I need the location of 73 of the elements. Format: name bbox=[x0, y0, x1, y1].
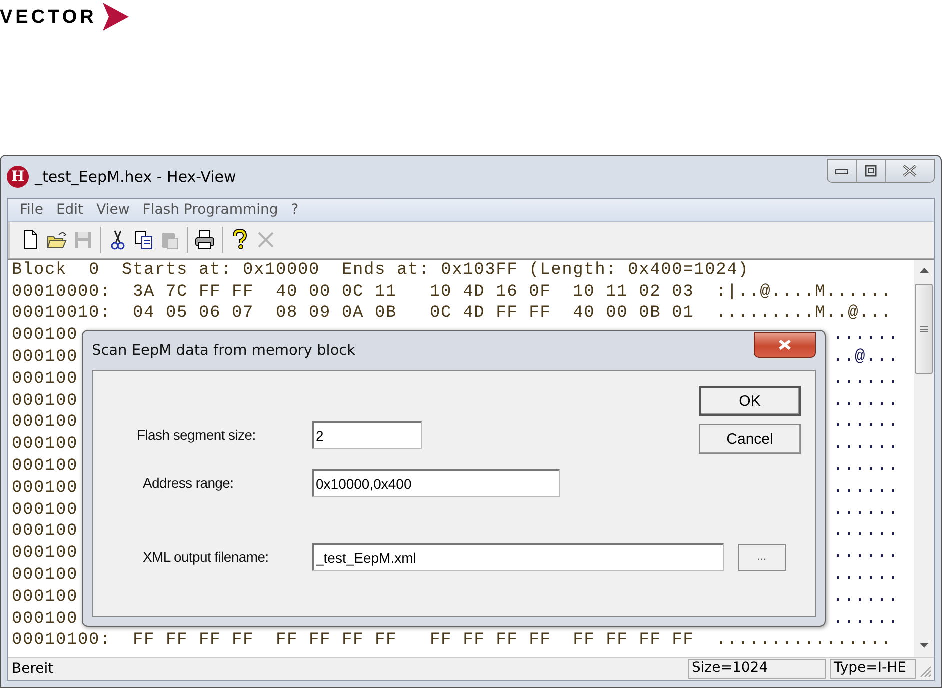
hex-address: 000100 bbox=[12, 370, 78, 390]
close-icon bbox=[902, 164, 918, 178]
ascii-text: ...... bbox=[833, 588, 900, 608]
hex-address: 000100 bbox=[12, 457, 78, 478]
menu-item[interactable]: ? bbox=[285, 202, 305, 218]
ascii-text: ...... bbox=[833, 500, 900, 521]
chevron-logo-icon bbox=[102, 3, 129, 31]
ascii-text: ..@... bbox=[833, 348, 900, 368]
ascii-text: ...... bbox=[833, 457, 900, 478]
hex-address: 000100 bbox=[12, 566, 78, 586]
close-icon bbox=[777, 338, 793, 350]
ascii-text: ...... bbox=[833, 610, 900, 630]
minimize-button[interactable] bbox=[828, 160, 857, 182]
menu-item[interactable]: Flash Programming bbox=[136, 202, 284, 218]
dialog-title: Scan EepM data from memory block bbox=[92, 342, 357, 358]
field-label: Address range: bbox=[142, 475, 235, 491]
maximize-icon bbox=[865, 165, 877, 177]
ascii-text: ...... bbox=[833, 522, 900, 542]
ascii-text: ...... bbox=[833, 392, 900, 412]
ascii-text: ................ bbox=[716, 631, 892, 652]
close-button[interactable] bbox=[886, 160, 934, 182]
hex-address: 000100 bbox=[12, 478, 78, 499]
hex-address: 000100 bbox=[12, 348, 78, 368]
field-label: Flash segment size: bbox=[137, 427, 257, 443]
menu-item[interactable]: File bbox=[14, 202, 50, 218]
ascii-text: ...... bbox=[833, 566, 900, 586]
hex-bytes: FF FF FF FF FF FF FF FF FF FF FF FF FF FF FF FF bbox=[133, 631, 694, 652]
hex-address: 00010000: bbox=[12, 282, 112, 303]
hex-address: 00010010: bbox=[12, 304, 112, 324]
menu-item[interactable]: View bbox=[90, 202, 136, 218]
close-button[interactable] bbox=[754, 332, 816, 358]
hex-bytes: 3A 7C FF FF 40 00 0C 11 10 4D 16 0F 10 11 02 03 bbox=[133, 282, 694, 303]
menu-item[interactable]: Edit bbox=[50, 202, 90, 218]
dialog-button[interactable]: OK bbox=[699, 386, 801, 416]
resize-grip-icon bbox=[918, 664, 932, 678]
scroll-up-icon[interactable] bbox=[920, 268, 928, 274]
hex-address: 000100 bbox=[12, 435, 78, 456]
ascii-text: :|..@....M...... bbox=[716, 282, 892, 303]
scroll-down-icon[interactable] bbox=[920, 643, 928, 649]
field-label: XML output filename: bbox=[142, 549, 270, 565]
hex-address: 000100 bbox=[12, 500, 78, 521]
text-field[interactable]: 2 bbox=[312, 421, 422, 449]
maximize-button[interactable] bbox=[857, 160, 886, 182]
hex-bytes: 04 05 06 07 08 09 0A 0B 0C 4D FF FF 40 00 0B 01 bbox=[133, 304, 694, 324]
hex-address: 000100 bbox=[12, 544, 78, 564]
app-icon: H bbox=[7, 166, 29, 188]
text-field[interactable]: _test_EepM.xml bbox=[312, 543, 724, 571]
hex-address: 000100 bbox=[12, 392, 78, 412]
vector-logo-text: VECTOR bbox=[0, 7, 97, 29]
text-field[interactable]: 0x10000,0x400 bbox=[312, 469, 560, 497]
block-header: Block 0 Starts at: 0x10000 Ends at: 0x103FF (Length: 0x400=1024) bbox=[12, 260, 750, 281]
status-pane: Size=1024 bbox=[688, 659, 826, 679]
hex-address: 000100 bbox=[12, 588, 78, 608]
hex-address: 000100 bbox=[12, 413, 78, 434]
window-title: _test_EepM.hex - Hex-View bbox=[35, 168, 238, 186]
minimize-icon bbox=[835, 167, 849, 175]
ascii-text: ...... bbox=[833, 544, 900, 564]
hex-address: 000100 bbox=[12, 326, 78, 346]
ascii-text: ...... bbox=[833, 370, 900, 390]
hex-address: 00010100: bbox=[12, 631, 112, 652]
vertical-scrollbar[interactable] bbox=[914, 260, 934, 657]
ascii-text: ...... bbox=[833, 326, 900, 346]
status-message: Bereit bbox=[12, 661, 55, 677]
browse-button[interactable]: ... bbox=[738, 544, 786, 570]
hex-address: 000100 bbox=[12, 522, 78, 542]
hex-address: 000100 bbox=[12, 610, 78, 630]
dialog-button[interactable]: Cancel bbox=[699, 424, 801, 454]
ascii-text: ...... bbox=[833, 435, 900, 456]
ascii-text: ...... bbox=[833, 478, 900, 499]
status-pane: Type=I-HE bbox=[830, 659, 916, 679]
ascii-text: ...... bbox=[833, 413, 900, 434]
grip-icon bbox=[920, 326, 928, 332]
ascii-text: .........M..@... bbox=[716, 304, 892, 324]
